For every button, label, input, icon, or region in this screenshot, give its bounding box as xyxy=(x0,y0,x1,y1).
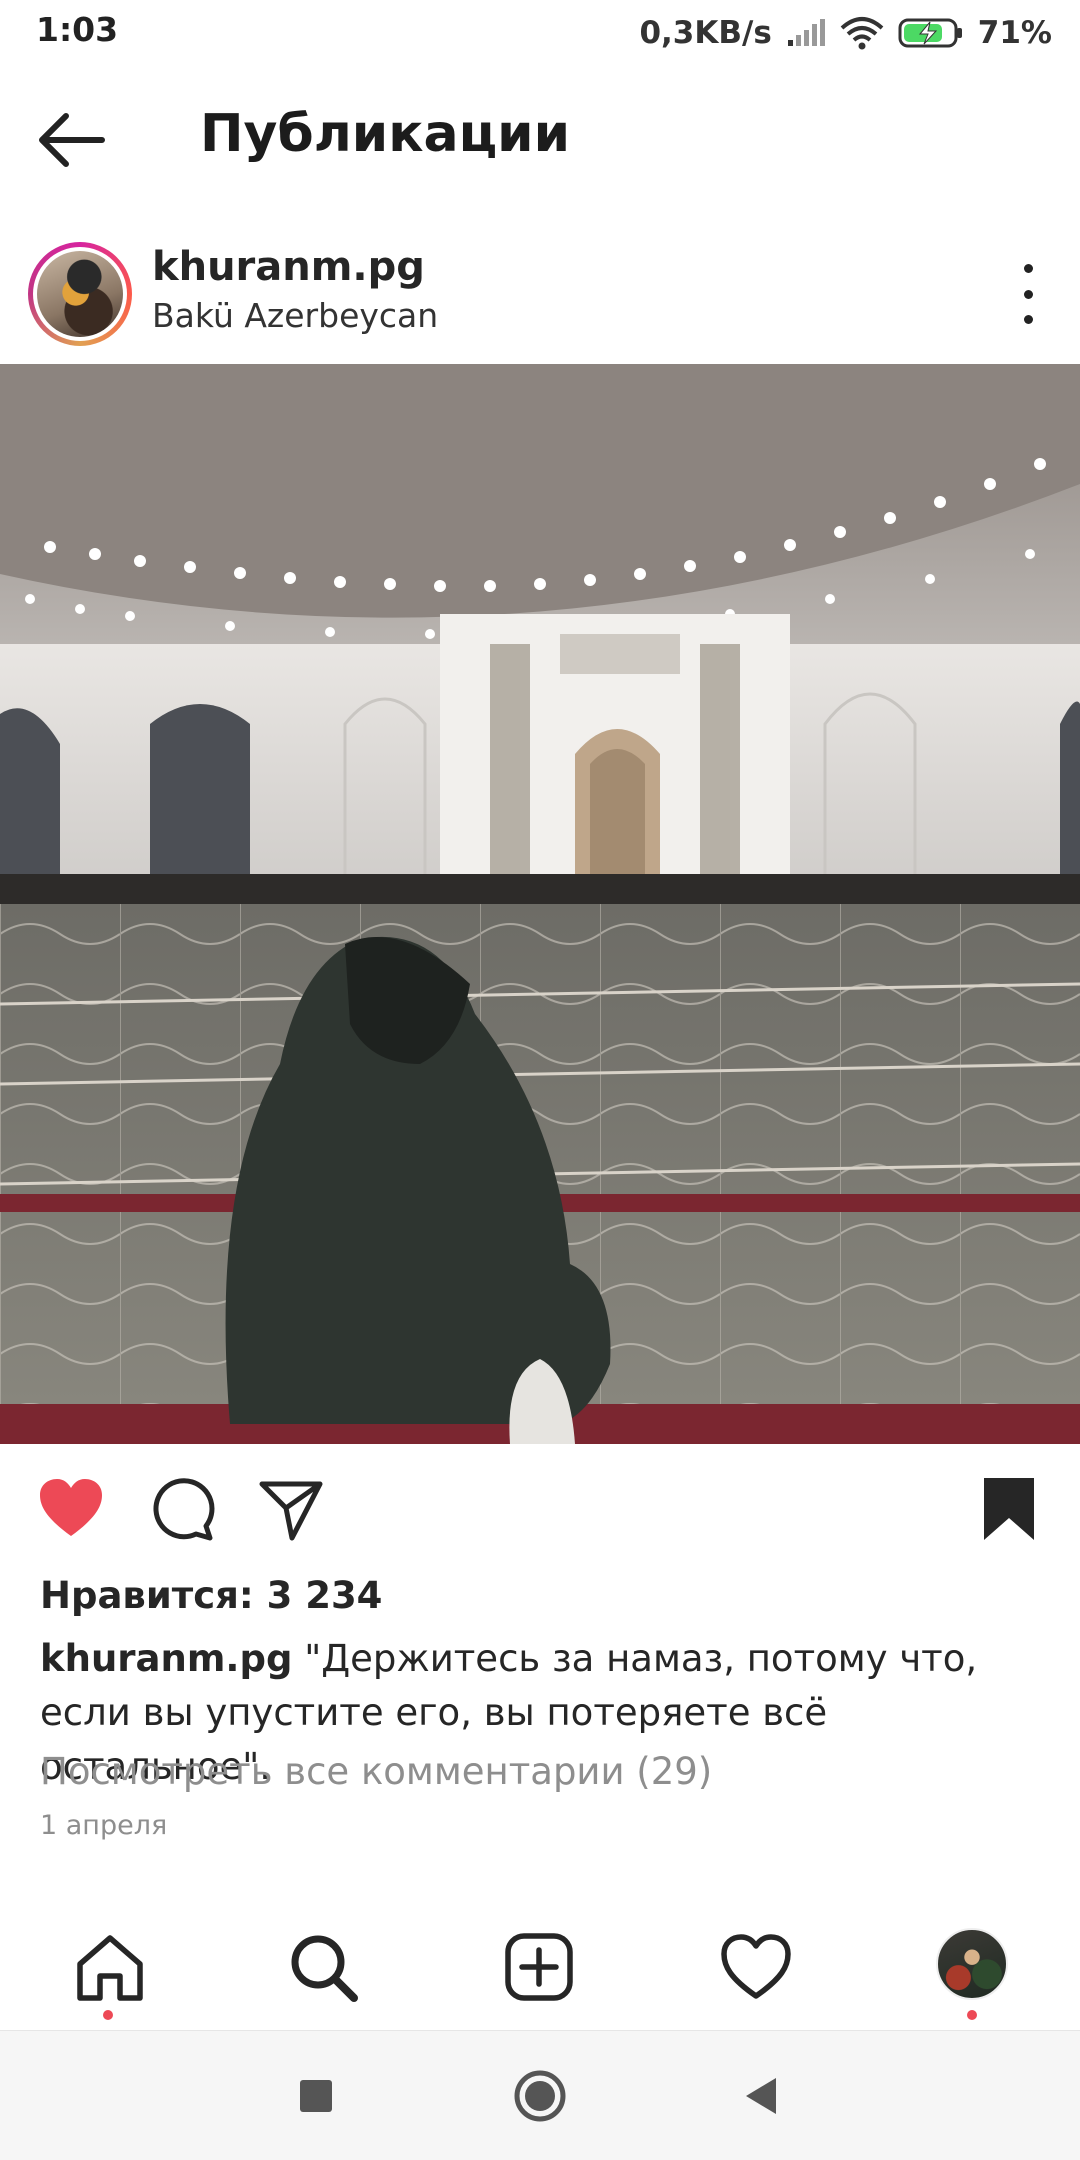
battery-percent: 71% xyxy=(977,15,1052,51)
recents-square-icon xyxy=(300,2080,332,2112)
more-vertical-icon xyxy=(1023,264,1033,273)
more-options-button[interactable] xyxy=(1016,264,1040,324)
nav-profile-indicator xyxy=(967,2010,977,2020)
like-button[interactable] xyxy=(36,1474,106,1544)
wifi-icon xyxy=(840,17,884,50)
bookmark-filled-icon xyxy=(984,1478,1034,1540)
nav-home-indicator xyxy=(103,2010,113,2020)
signal-icon xyxy=(787,19,825,46)
post-username[interactable]: khuranm.pg xyxy=(152,244,425,290)
status-indicators: 0,3KB/s 71% xyxy=(639,10,1052,56)
post-image[interactable] xyxy=(0,364,1080,1444)
post-location[interactable]: Bakü Azerbeycan xyxy=(152,296,438,335)
back-button[interactable] xyxy=(36,110,116,174)
home-circle-icon xyxy=(514,2070,566,2122)
add-post-icon xyxy=(505,1933,573,2001)
share-button[interactable] xyxy=(256,1474,326,1544)
back-triangle-icon xyxy=(746,2078,776,2114)
send-icon xyxy=(259,1481,323,1541)
nav-profile-avatar[interactable] xyxy=(936,1928,1008,2000)
nav-activity[interactable] xyxy=(718,1930,794,2006)
mosque-photo xyxy=(0,364,1080,1444)
arrow-left-icon xyxy=(39,113,105,167)
caption-username[interactable]: khuranm.pg xyxy=(40,1637,292,1680)
system-back-button[interactable] xyxy=(732,2066,792,2126)
nav-search[interactable] xyxy=(286,1930,362,2006)
post-header: khuranm.pg Bakü Azerbeycan xyxy=(0,230,1080,360)
system-home-button[interactable] xyxy=(510,2066,570,2126)
network-speed: 0,3KB/s xyxy=(639,15,772,51)
post-date: 1 апреля xyxy=(40,1810,168,1841)
nav-new-post[interactable] xyxy=(502,1930,578,2006)
recents-button[interactable] xyxy=(286,2066,346,2126)
status-bar: 1:03 0,3KB/s 71% xyxy=(0,0,1080,66)
post-actions xyxy=(0,1464,1080,1554)
view-all-comments-link[interactable]: Посмотреть все комментарии (29) xyxy=(40,1750,712,1793)
home-icon xyxy=(77,1935,143,2001)
save-button[interactable] xyxy=(974,1474,1044,1544)
activity-heart-icon xyxy=(721,1934,791,1999)
comment-icon xyxy=(153,1478,215,1541)
search-icon xyxy=(291,1935,358,2002)
heart-filled-icon xyxy=(40,1479,102,1536)
nav-home[interactable] xyxy=(72,1930,148,2006)
avatar-image xyxy=(37,251,123,337)
bottom-nav xyxy=(0,1900,1080,2028)
battery-charging-icon xyxy=(898,18,962,48)
page-title: Публикации xyxy=(200,104,571,164)
system-nav-bar xyxy=(0,2030,1080,2160)
likes-count[interactable]: Нравится: 3 234 xyxy=(40,1574,382,1617)
comment-button[interactable] xyxy=(146,1474,216,1544)
post-author-avatar[interactable] xyxy=(28,242,132,346)
app-header: Публикации xyxy=(0,66,1080,216)
status-time: 1:03 xyxy=(36,10,119,49)
